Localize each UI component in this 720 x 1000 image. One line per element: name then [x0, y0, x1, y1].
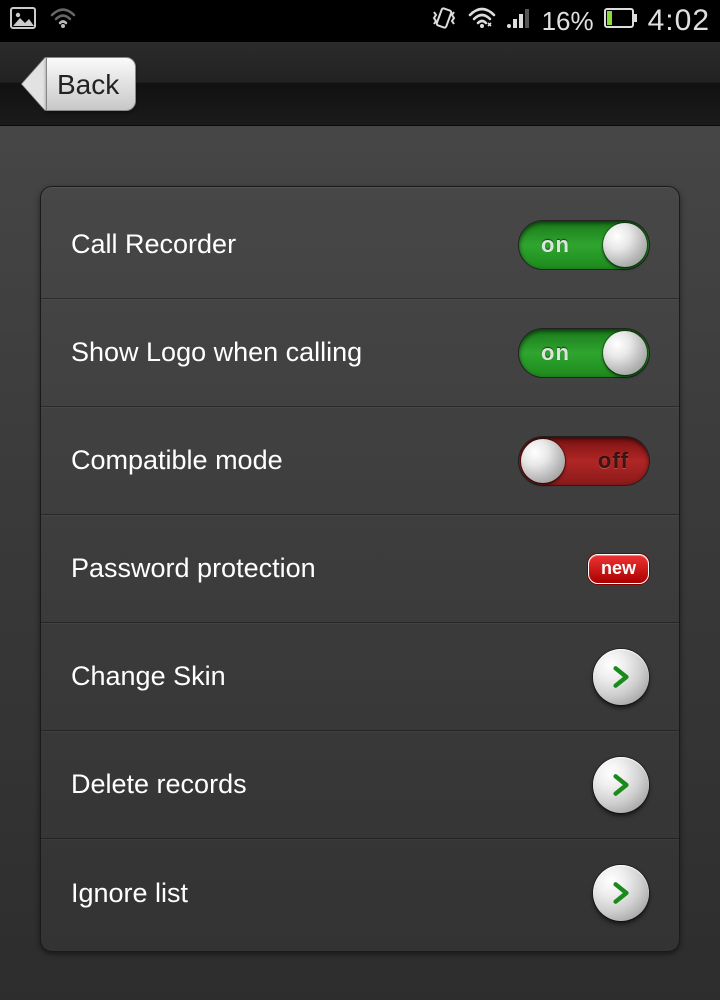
row-label: Change Skin: [71, 661, 226, 692]
signal-icon: [506, 7, 532, 36]
row-ignore-list[interactable]: Ignore list: [41, 839, 679, 947]
toggle-call-recorder[interactable]: on: [519, 221, 649, 269]
toggle-text: off: [598, 437, 629, 485]
settings-panel: Call Recorder on Show Logo when calling …: [40, 186, 680, 952]
row-compatible-mode[interactable]: Compatible mode off: [41, 407, 679, 515]
gallery-icon: [10, 7, 36, 36]
battery-icon: [604, 7, 638, 35]
nav-arrow-button[interactable]: [593, 757, 649, 813]
row-label: Call Recorder: [71, 229, 236, 260]
row-label: Password protection: [71, 553, 316, 584]
back-arrow-icon: [22, 57, 46, 111]
status-clock: 4:02: [648, 4, 710, 38]
row-label: Delete records: [71, 769, 247, 800]
wifi-weak-icon: [50, 7, 76, 36]
chevron-right-icon: [608, 772, 634, 798]
chevron-right-icon: [608, 664, 634, 690]
nav-arrow-button[interactable]: [593, 649, 649, 705]
row-call-recorder[interactable]: Call Recorder on: [41, 191, 679, 299]
toggle-knob-icon: [521, 439, 565, 483]
vibrate-icon: [430, 6, 458, 37]
status-bar: 16% 4:02: [0, 0, 720, 42]
back-button[interactable]: Back: [22, 57, 136, 111]
toggle-text: on: [541, 221, 570, 269]
toggle-knob-icon: [603, 331, 647, 375]
toggle-knob-icon: [603, 223, 647, 267]
nav-bar: Back: [0, 42, 720, 126]
row-label: Ignore list: [71, 878, 188, 909]
row-change-skin[interactable]: Change Skin: [41, 623, 679, 731]
nav-arrow-button[interactable]: [593, 865, 649, 921]
toggle-text: on: [541, 329, 570, 377]
battery-percent: 16%: [542, 6, 594, 37]
toggle-compatible-mode[interactable]: off: [519, 437, 649, 485]
row-show-logo[interactable]: Show Logo when calling on: [41, 299, 679, 407]
row-label: Show Logo when calling: [71, 337, 362, 368]
chevron-right-icon: [608, 880, 634, 906]
row-password-protection[interactable]: Password protection new: [41, 515, 679, 623]
row-delete-records[interactable]: Delete records: [41, 731, 679, 839]
status-right: 16% 4:02: [430, 4, 710, 38]
status-left: [10, 7, 76, 36]
back-button-label: Back: [46, 57, 136, 111]
wifi-icon: [468, 7, 496, 36]
row-label: Compatible mode: [71, 445, 283, 476]
toggle-show-logo[interactable]: on: [519, 329, 649, 377]
new-badge: new: [588, 554, 649, 584]
